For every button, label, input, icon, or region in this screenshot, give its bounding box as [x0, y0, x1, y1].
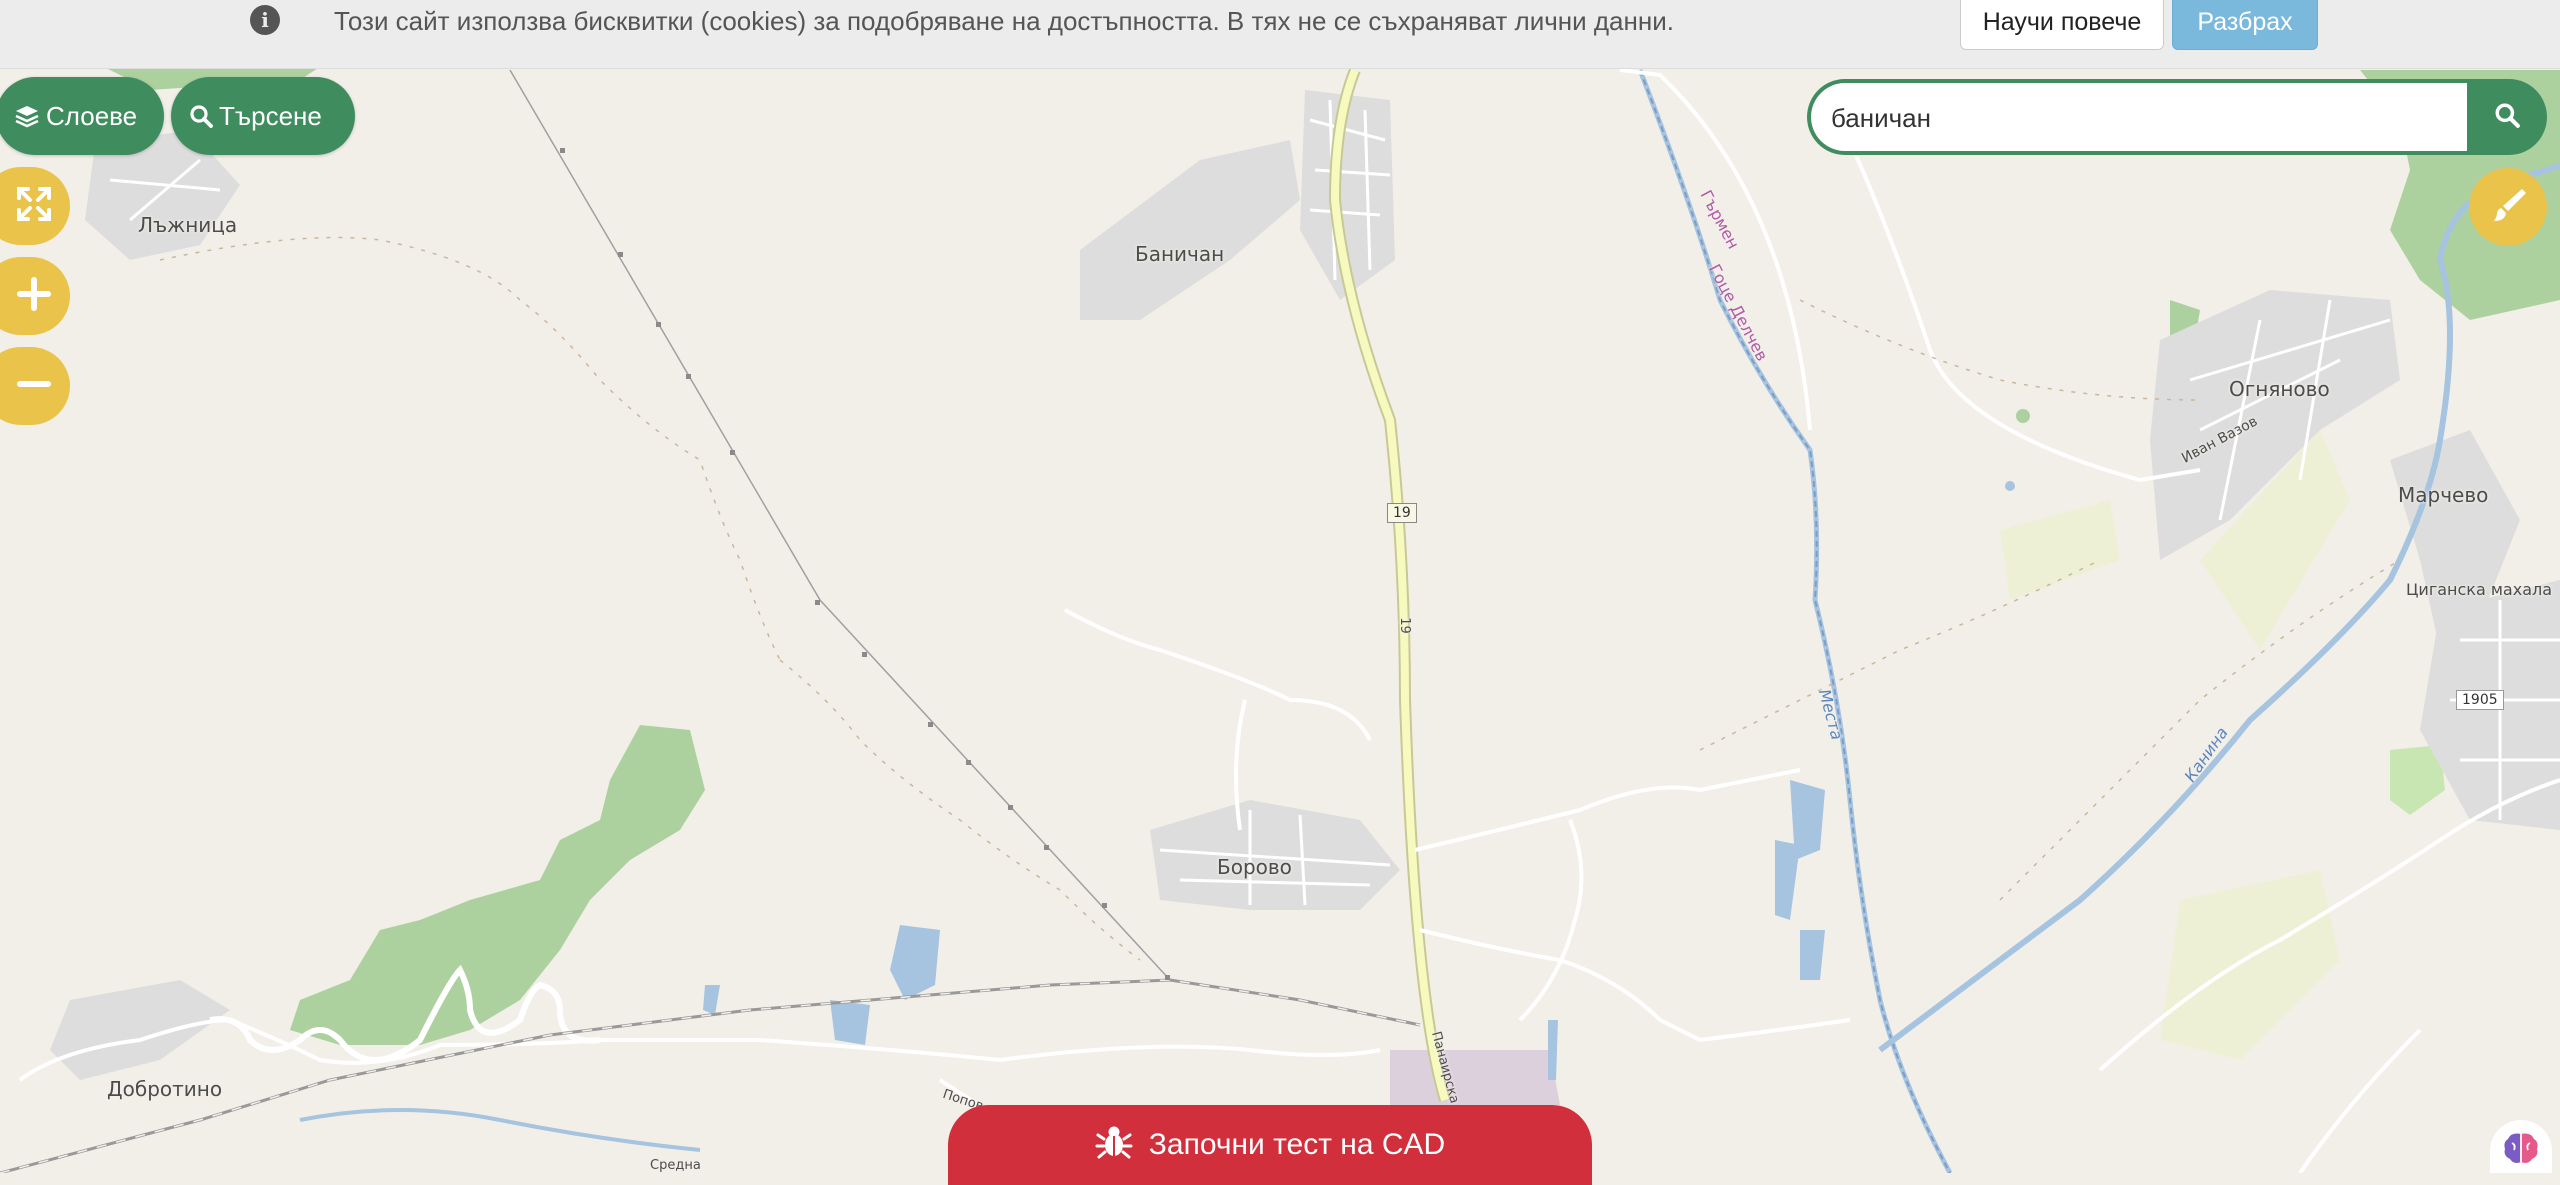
map-canvas[interactable]: [0, 0, 2560, 1173]
map-label-borovo: Борово: [1217, 855, 1292, 879]
layers-label: Слоеве: [46, 101, 138, 131]
map-tiles: [0, 0, 2560, 1173]
search-icon: [2494, 102, 2520, 133]
start-cad-test-label: Започни тест на CAD: [1148, 1128, 1446, 1161]
search-field: [1807, 79, 2469, 155]
learn-more-button[interactable]: Научи повече: [1960, 0, 2164, 50]
draw-button[interactable]: [2469, 168, 2547, 246]
search-icon: [189, 104, 213, 128]
accept-cookies-button[interactable]: Разбрах: [2172, 0, 2318, 50]
cookie-message: Този сайт използва бисквитки (cookies) з…: [334, 6, 1674, 36]
map-label-marchevo: Марчево: [2398, 483, 2489, 507]
search-toggle-button[interactable]: Търсене: [171, 77, 355, 155]
map-label-tsiganska-mahala: Циганска махала: [2406, 580, 2553, 599]
cookie-banner: i Този сайт използва бисквитки (cookies)…: [0, 0, 2560, 69]
bug-icon: [1095, 1122, 1133, 1168]
info-circle-icon: i: [250, 5, 280, 35]
minus-icon: [17, 367, 51, 406]
map-label-sredna: Средна: [650, 1158, 701, 1173]
map-label-ognyanovo: Огняново: [2229, 377, 2330, 401]
map-label-lazhnitsa: Лъжница: [138, 213, 238, 237]
plus-icon: [17, 276, 51, 316]
start-cad-test-button[interactable]: Започни тест на CAD: [948, 1105, 1592, 1185]
map-label-banichan: Баничан: [1135, 242, 1225, 266]
road-shield-1905: 1905: [2456, 690, 2504, 710]
brain-icon[interactable]: [2490, 1120, 2552, 1173]
road-shield-19: 19: [1387, 503, 1417, 523]
search-toggle-label: Търсене: [219, 101, 322, 131]
search-submit-button[interactable]: [2467, 79, 2547, 155]
road-label-19: 19: [1396, 617, 1412, 634]
layers-button[interactable]: Слоеве: [0, 77, 164, 155]
search-input[interactable]: [1831, 101, 2431, 135]
layers-icon: [14, 103, 40, 129]
expand-icon: [15, 185, 53, 228]
paintbrush-icon: [2488, 185, 2528, 230]
map-label-dobrotino: Добротино: [107, 1077, 223, 1101]
